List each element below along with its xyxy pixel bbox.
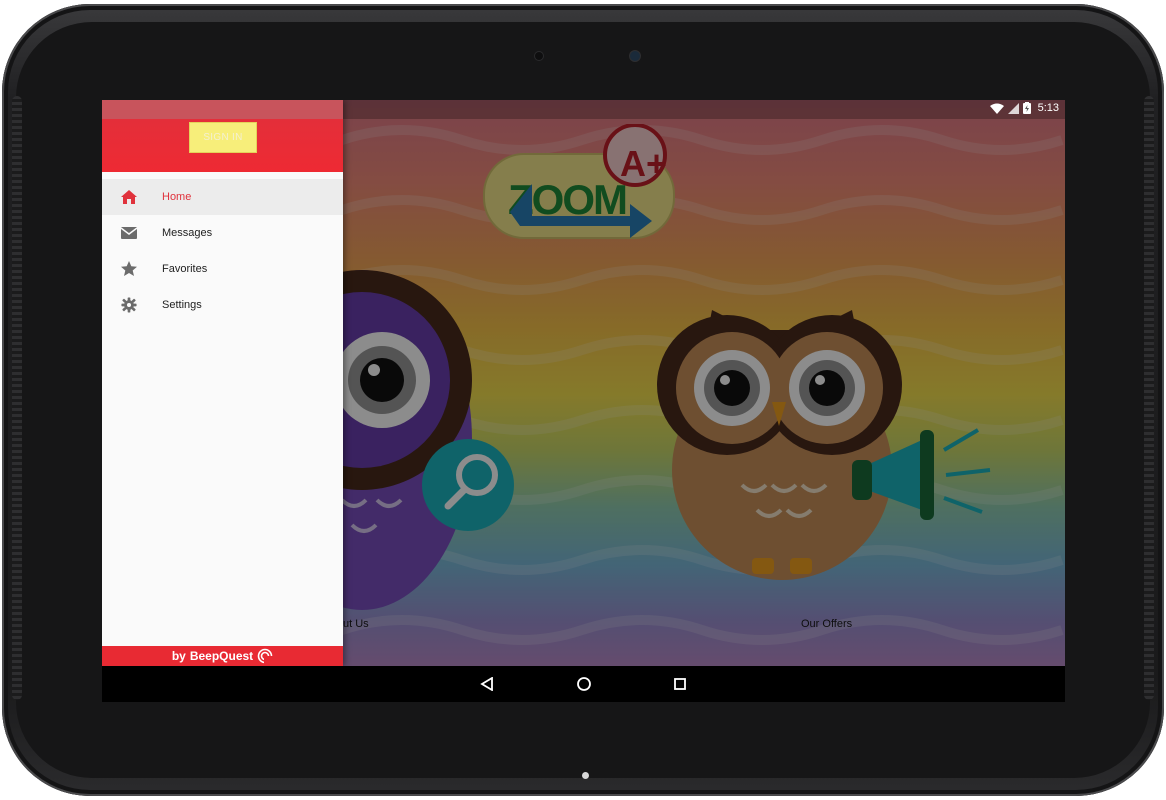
mail-icon xyxy=(120,227,138,239)
menu-item-favorites[interactable]: Favorites xyxy=(102,251,343,287)
home-icon xyxy=(121,190,137,204)
home-button[interactable] xyxy=(574,674,594,694)
screen: A+ ZOOM ut Us Our Offers 5:13 SIGN IN Ho… xyxy=(102,100,1065,702)
menu-item-home[interactable]: Home xyxy=(102,179,343,215)
wifi-icon xyxy=(989,103,1004,114)
front-camera xyxy=(630,51,640,61)
menu-item-settings[interactable]: Settings xyxy=(102,287,343,323)
star-icon xyxy=(121,261,137,276)
signal-icon xyxy=(1007,102,1019,114)
sign-in-button[interactable]: SIGN IN xyxy=(189,122,257,153)
status-time: 5:13 xyxy=(1037,102,1059,114)
system-nav-bar xyxy=(102,666,1065,702)
speaker-left xyxy=(12,96,22,700)
battery-icon xyxy=(1022,102,1031,114)
sensor xyxy=(535,52,543,60)
recents-square-icon xyxy=(674,678,686,690)
menu-item-label: Messages xyxy=(162,227,213,239)
drawer-status-strip xyxy=(102,100,343,119)
speaker-right xyxy=(1144,96,1154,700)
drawer-header: SIGN IN xyxy=(102,100,343,172)
back-button[interactable] xyxy=(477,674,497,694)
drawer-footer[interactable]: by BeepQuest xyxy=(102,646,343,666)
menu-item-label: Settings xyxy=(162,299,202,311)
footer-by-label: by xyxy=(171,649,186,663)
footer-brand: BeepQuest xyxy=(189,649,254,663)
back-triangle-icon xyxy=(480,677,493,691)
menu-item-messages[interactable]: Messages xyxy=(102,215,343,251)
home-circle-icon xyxy=(577,677,591,691)
menu-item-label: Favorites xyxy=(162,263,208,275)
menu-item-label: Home xyxy=(162,191,192,203)
recents-button[interactable] xyxy=(670,674,690,694)
notification-led xyxy=(582,772,589,779)
beepquest-logo-icon xyxy=(257,648,274,664)
navigation-drawer: SIGN IN Home Messages Favorites Settings… xyxy=(102,100,343,666)
drawer-menu: Home Messages Favorites Settings xyxy=(102,179,343,323)
gear-icon xyxy=(121,297,137,313)
